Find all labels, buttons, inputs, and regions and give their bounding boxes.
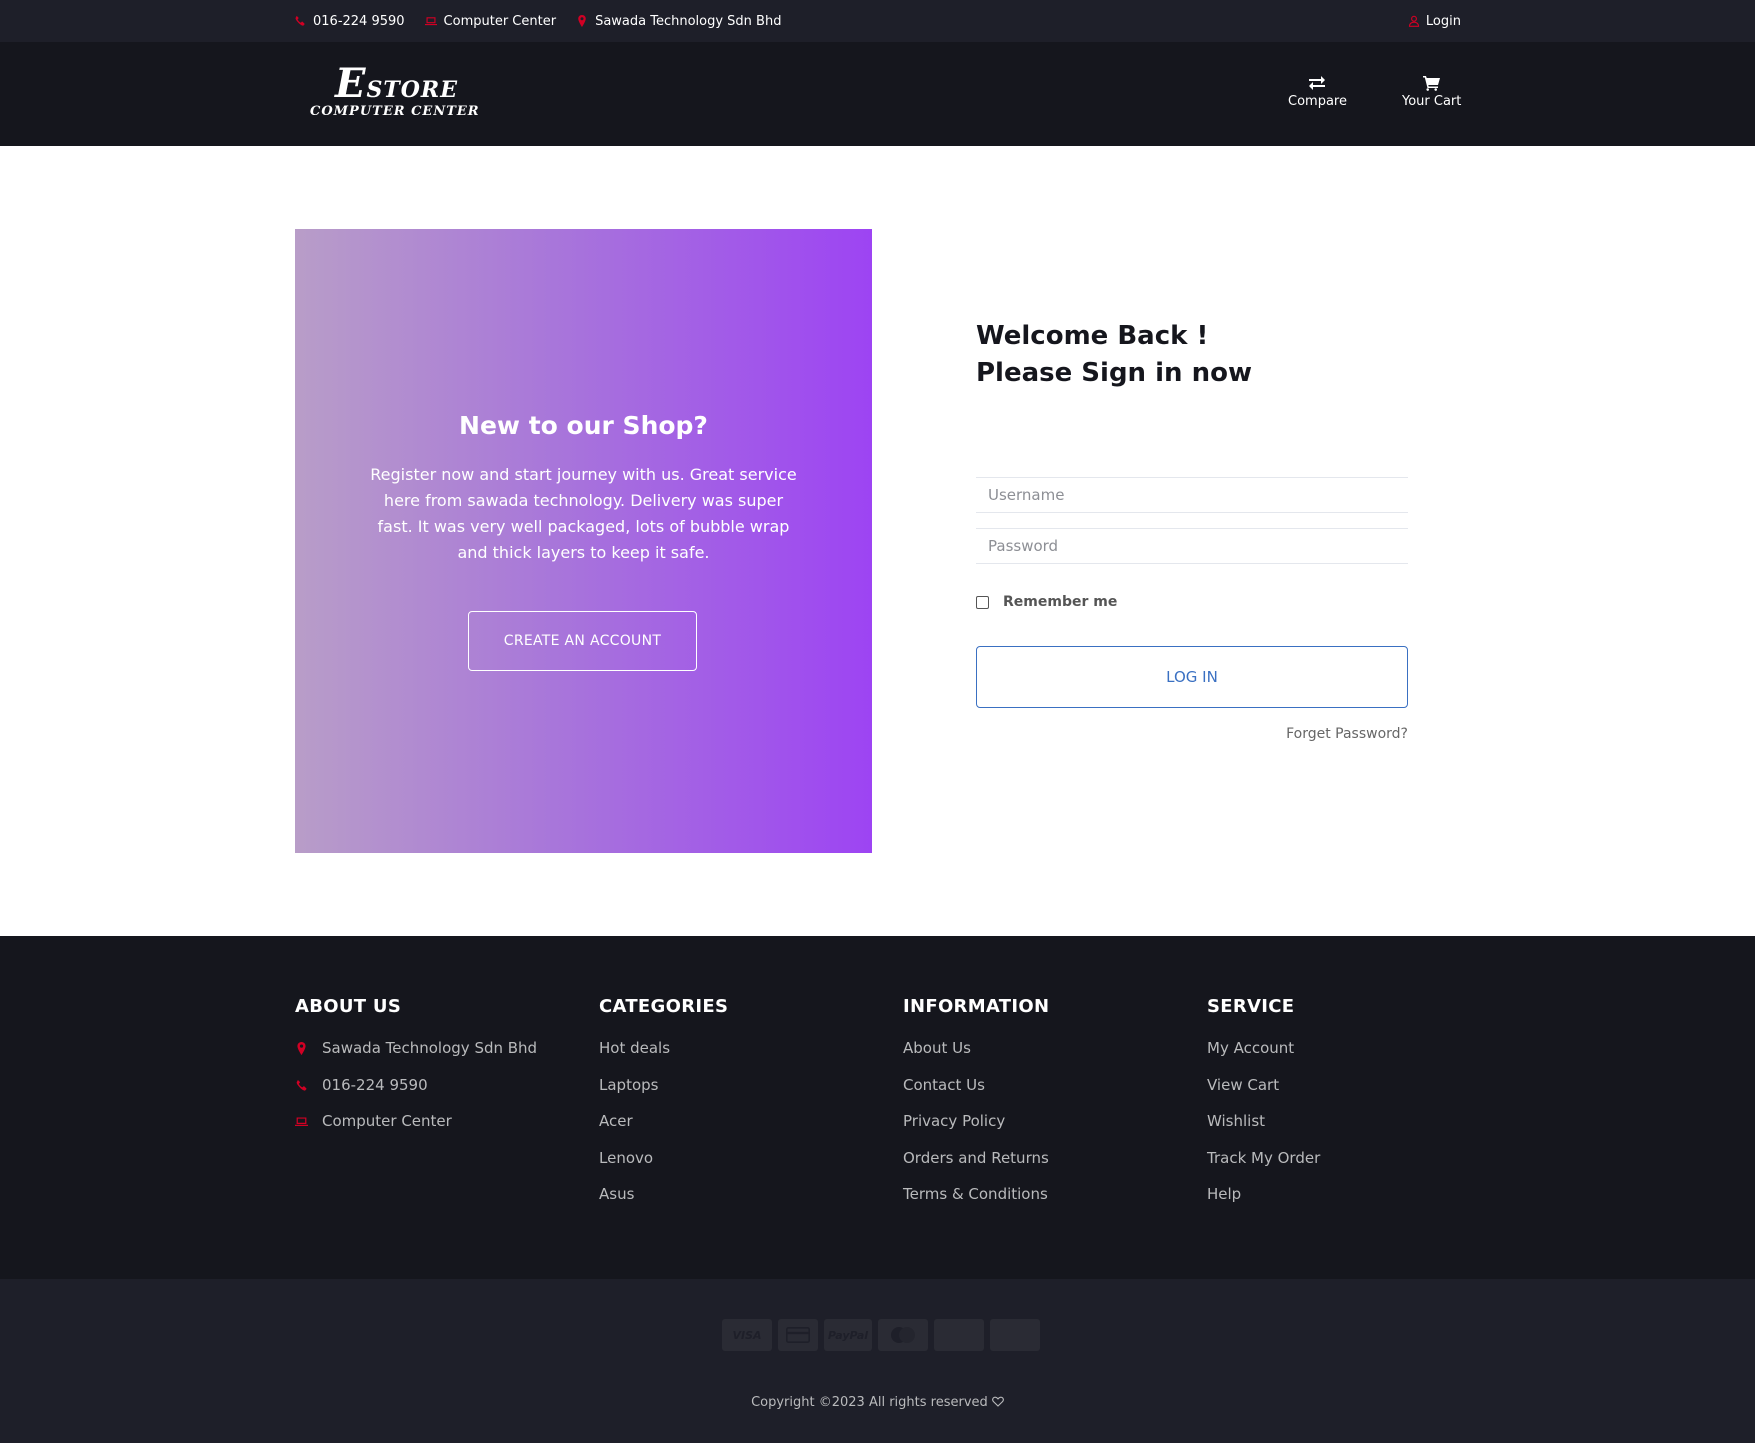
footer-about-center: Computer Center — [322, 1112, 452, 1130]
footer-link[interactable]: Terms & Conditions — [903, 1185, 1049, 1222]
create-account-button[interactable]: CREATE AN ACCOUNT — [468, 611, 697, 671]
signin-title: Welcome Back ! Please Sign in now — [976, 318, 1408, 392]
signin-heading: Welcome Back ! Please Sign in now — [976, 318, 1408, 392]
map-marker-icon — [578, 15, 586, 27]
footer-link[interactable]: My Account — [1207, 1039, 1320, 1076]
footer-about-address: Sawada Technology Sdn Bhd — [322, 1039, 538, 1057]
footer-service-column: SERVICE My Account View Cart Wishlist Tr… — [1207, 996, 1320, 1222]
topbar-phone-text: 016-224 9590 — [313, 13, 405, 29]
footer-about-column: ABOUT US Sawada Technology Sdn Bhd 016-2… — [295, 996, 537, 1149]
register-promo-panel: New to our Shop? Register now and start … — [295, 229, 872, 853]
password-input[interactable] — [976, 529, 1408, 563]
remember-me-label: Remember me — [1003, 594, 1118, 610]
visa-card-icon: VISA — [722, 1319, 772, 1351]
footer-about-item[interactable]: 016-224 9590 — [295, 1076, 537, 1113]
topbar-center-link[interactable]: Computer Center — [424, 13, 557, 29]
cart-button[interactable]: Your Cart — [1402, 75, 1461, 109]
promo-title: New to our Shop? — [459, 411, 708, 440]
footer-categories-column: CATEGORIES Hot deals Laptops Acer Lenovo… — [599, 996, 728, 1222]
top-bar: 016-224 9590 Computer Center Sawada Tech… — [0, 0, 1755, 42]
payment-methods: VISA PayPal — [722, 1319, 1040, 1351]
map-marker-icon — [297, 1042, 306, 1055]
mastercard-card-icon — [878, 1319, 928, 1351]
topbar-phone-link[interactable]: 016-224 9590 — [294, 14, 405, 29]
footer-information-title: INFORMATION — [903, 996, 1050, 1017]
compare-button[interactable]: Compare — [1288, 75, 1347, 109]
compare-label: Compare — [1288, 94, 1347, 109]
laptop-icon — [295, 1117, 308, 1126]
topbar-center-text: Computer Center — [443, 13, 557, 29]
password-field-wrapper — [976, 528, 1408, 564]
topbar-company-link[interactable]: Sawada Technology Sdn Bhd — [576, 14, 781, 29]
footer-information-column: INFORMATION About Us Contact Us Privacy … — [903, 996, 1049, 1222]
remember-me-checkbox[interactable] — [976, 595, 989, 609]
laptop-icon — [424, 17, 437, 26]
credit-card-icon — [778, 1319, 818, 1351]
footer-link[interactable]: Hot deals — [599, 1039, 728, 1076]
amex-card-icon — [990, 1319, 1040, 1351]
footer-link[interactable]: Privacy Policy — [903, 1112, 1049, 1149]
footer-link[interactable]: Laptops — [599, 1076, 728, 1113]
discover-card-icon — [934, 1319, 984, 1351]
cart-label: Your Cart — [1402, 94, 1462, 109]
topbar-company-text: Sawada Technology Sdn Bhd — [595, 13, 782, 29]
copyright-text: Copyright ©2023 All rights reserved — [751, 1395, 988, 1410]
footer-link[interactable]: Help — [1207, 1185, 1320, 1222]
footer-link[interactable]: Acer — [599, 1112, 728, 1149]
username-field-wrapper — [976, 477, 1408, 513]
paypal-card-icon: PayPal — [824, 1319, 872, 1351]
signin-title-line1: Welcome Back ! — [976, 321, 1209, 351]
store-logo[interactable]: ESTORE COMPUTER CENTER — [310, 60, 479, 120]
mastercard-glyph — [891, 1327, 915, 1343]
footer-about-item[interactable]: Sawada Technology Sdn Bhd — [295, 1039, 537, 1076]
footer-about-title: ABOUT US — [295, 996, 402, 1017]
footer-link[interactable]: Contact Us — [903, 1076, 1049, 1113]
forgot-password-link[interactable]: Forget Password? — [1200, 726, 1408, 742]
footer-link[interactable]: Orders and Returns — [903, 1149, 1049, 1186]
footer-link[interactable]: Wishlist — [1207, 1112, 1320, 1149]
user-icon — [1408, 15, 1419, 27]
footer-service-title: SERVICE — [1207, 996, 1295, 1017]
phone-icon — [295, 15, 305, 26]
footer-about-item[interactable]: Computer Center — [295, 1112, 537, 1149]
footer-link[interactable]: About Us — [903, 1039, 1049, 1076]
shopping-cart-icon — [1422, 76, 1440, 91]
topbar-login-link[interactable]: Login — [1408, 14, 1461, 29]
topbar-login-text: Login — [1425, 13, 1461, 29]
exchange-icon — [1309, 76, 1326, 90]
footer-categories-title: CATEGORIES — [599, 996, 729, 1017]
signin-title-line2: Please Sign in now — [976, 358, 1252, 388]
promo-text: Register now and start journey with us. … — [370, 465, 797, 562]
copyright: Copyright ©2023 All rights reserved — [0, 1395, 1755, 1410]
footer-link[interactable]: View Cart — [1207, 1076, 1320, 1113]
logo-wordmark: ESTORE — [335, 60, 458, 107]
footer-link[interactable]: Asus — [599, 1185, 728, 1222]
footer-link[interactable]: Lenovo — [599, 1149, 728, 1186]
bottom-footer: VISA PayPal Copyright ©2023 All rights r… — [0, 1279, 1755, 1443]
username-input[interactable] — [976, 478, 1408, 512]
phone-icon — [296, 1079, 307, 1091]
credit-card-glyph — [786, 1327, 810, 1343]
heart-icon — [992, 1396, 1004, 1407]
logo-tagline: COMPUTER CENTER — [310, 104, 480, 119]
remember-me[interactable]: Remember me — [976, 594, 1117, 610]
login-button[interactable]: LOG IN — [976, 646, 1408, 708]
footer-link[interactable]: Track My Order — [1207, 1149, 1320, 1186]
header: ESTORE COMPUTER CENTER Compare Your Cart — [0, 42, 1755, 146]
footer-about-phone: 016-224 9590 — [322, 1075, 428, 1094]
footer: ABOUT US Sawada Technology Sdn Bhd 016-2… — [0, 936, 1755, 1279]
